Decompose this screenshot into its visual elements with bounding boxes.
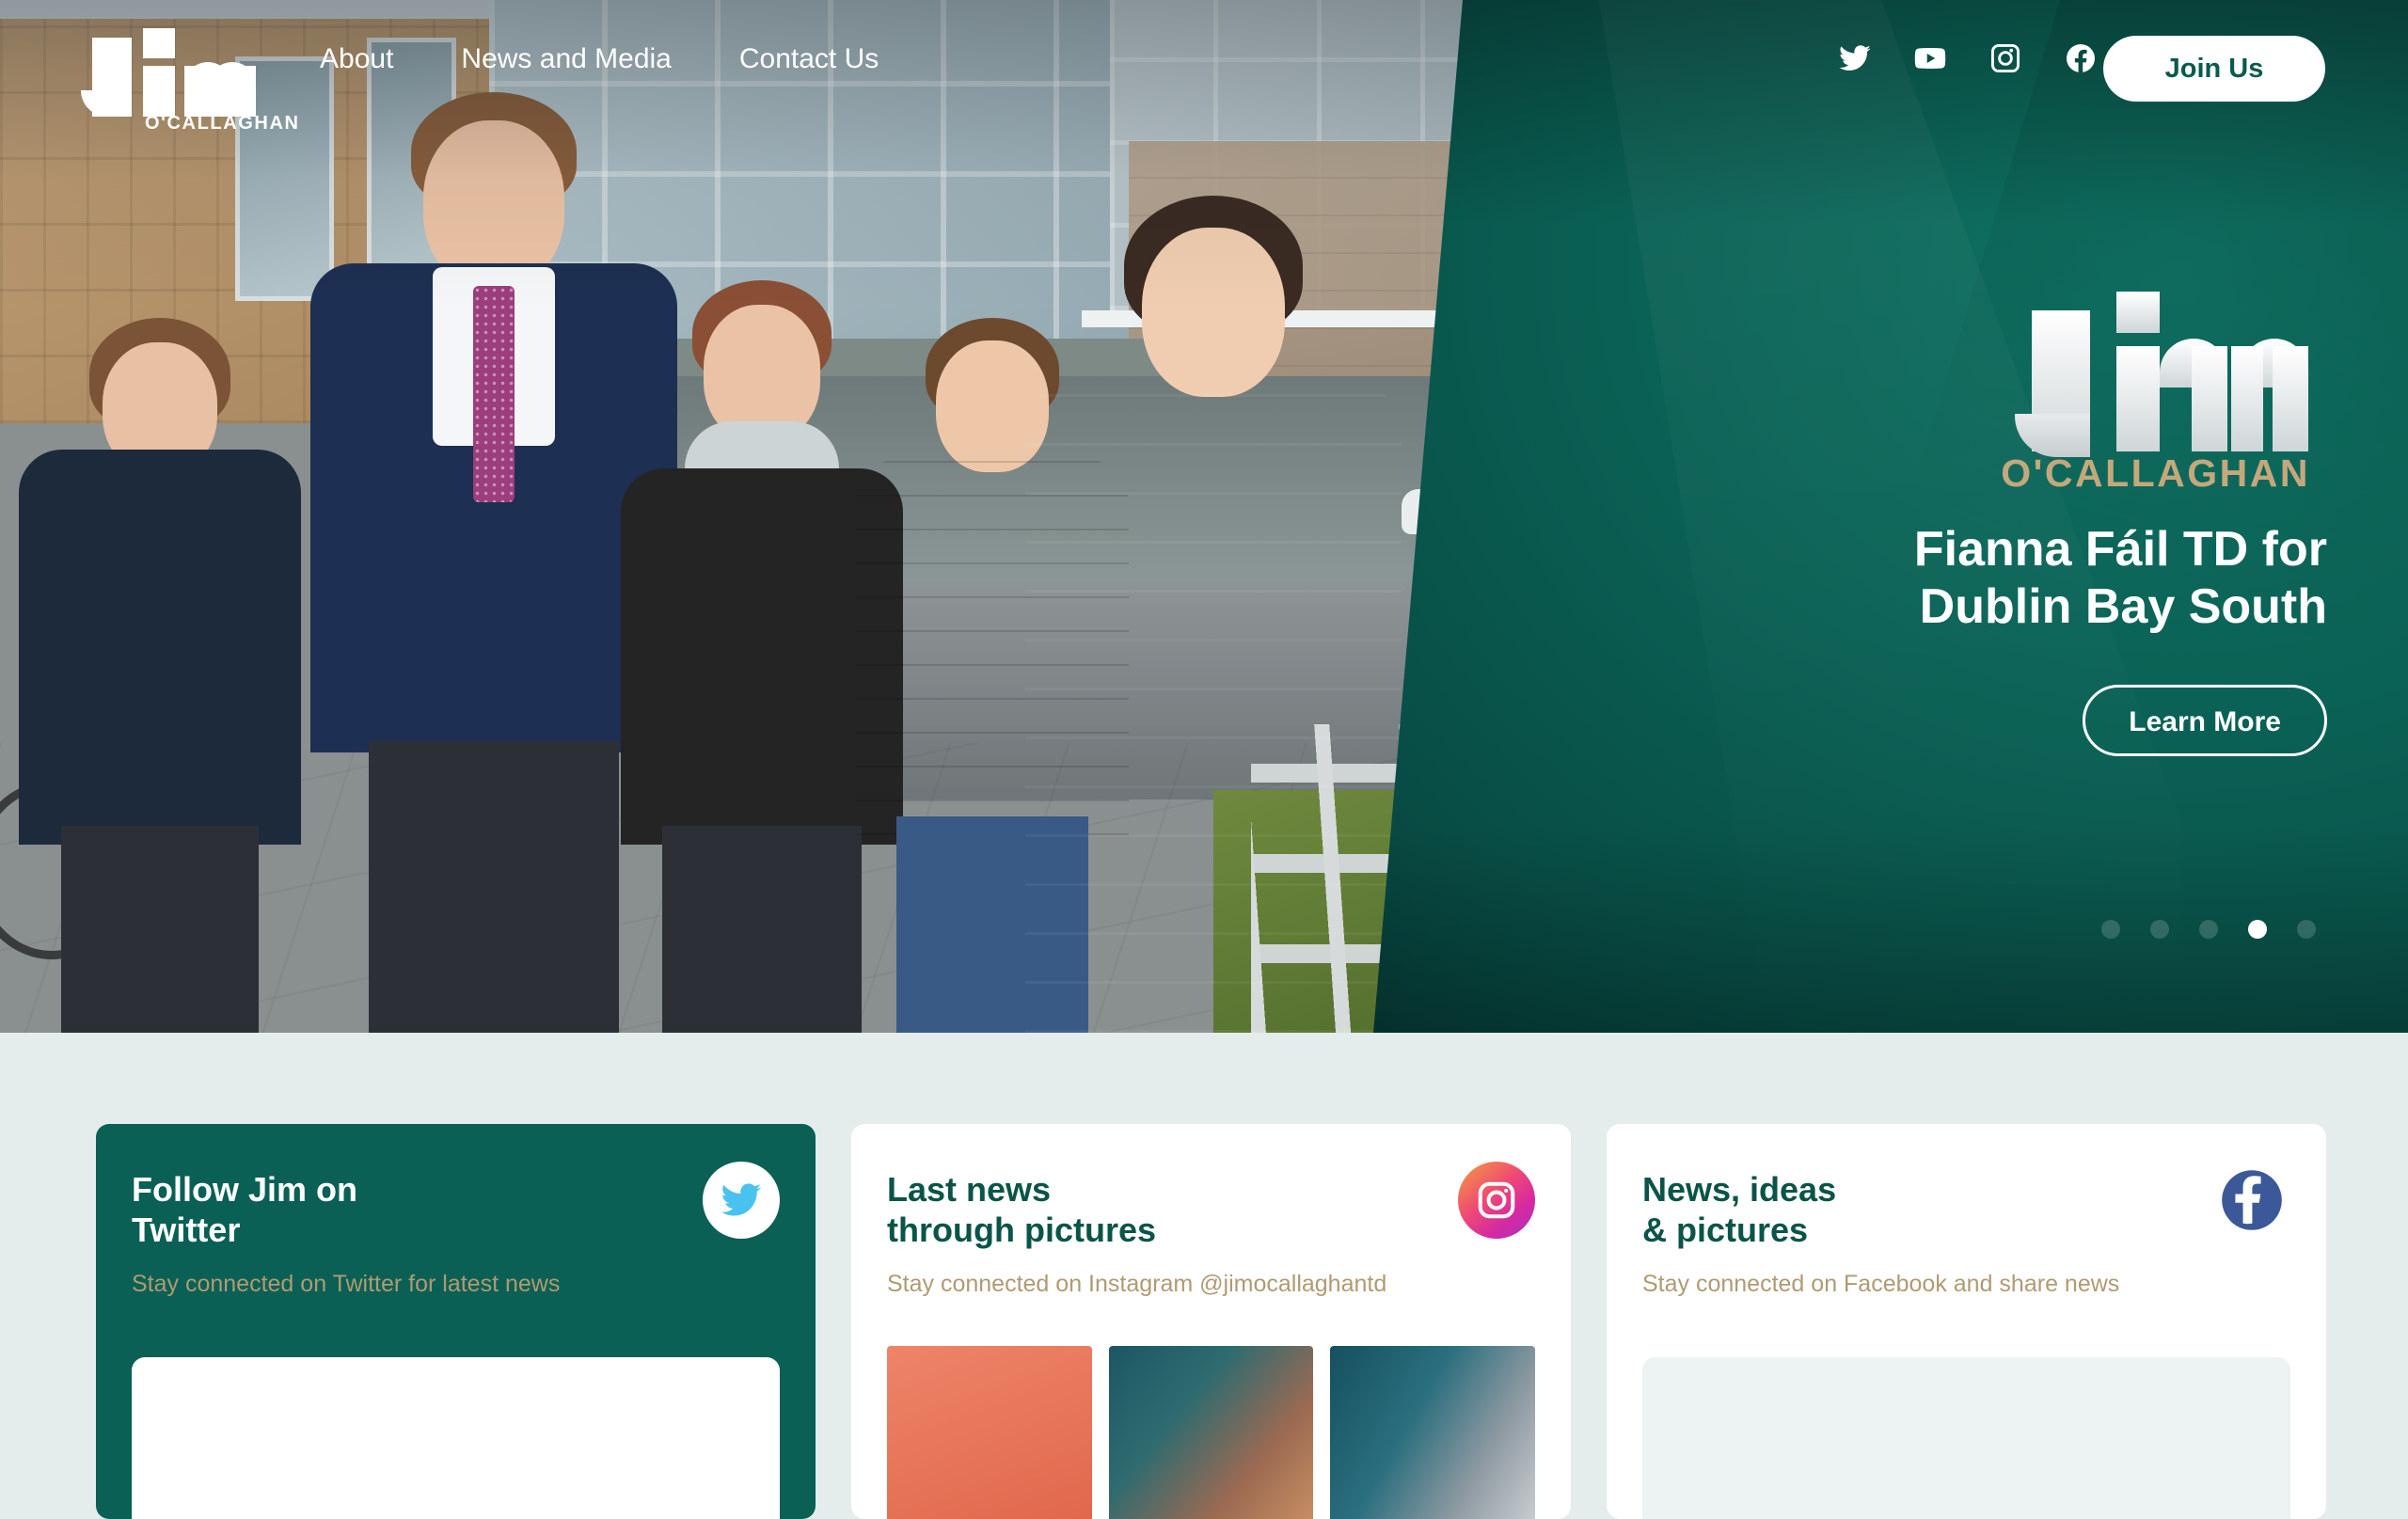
youtube-icon[interactable] xyxy=(1913,41,1947,75)
card-twitter[interactable]: Follow Jim on Twitter Stay connected on … xyxy=(96,1124,816,1519)
photo-pavement xyxy=(0,743,1543,1033)
instagram-icon[interactable] xyxy=(1988,41,2022,75)
card-twitter-head: Follow Jim on Twitter Stay connected on … xyxy=(132,1169,665,1298)
instagram-thumbnail[interactable] xyxy=(1330,1346,1536,1519)
card-facebook-title: News, ideas & pictures xyxy=(1642,1170,1837,1250)
nav-item-contact-us[interactable]: Contact Us xyxy=(739,43,879,75)
card-facebook-head: News, ideas & pictures Stay connected on… xyxy=(1642,1169,2176,1298)
carousel-dot-4[interactable] xyxy=(2248,920,2267,939)
hero-content: O'CALLAGHAN Fianna Fáil TD for Dublin Ba… xyxy=(1481,273,2327,756)
twitter-feed-panel[interactable] xyxy=(132,1357,780,1519)
carousel-dot-1[interactable] xyxy=(2101,920,2120,939)
logo-letter-m-leg xyxy=(2273,346,2308,451)
card-facebook-subtitle: Stay connected on Facebook and share new… xyxy=(1642,1271,2120,1298)
photo-awning xyxy=(499,339,1185,386)
carousel-dot-3[interactable] xyxy=(2199,920,2218,939)
facebook-icon[interactable] xyxy=(2064,41,2098,75)
hero-carousel-dots[interactable] xyxy=(2101,920,2316,939)
photo-person xyxy=(621,280,903,1033)
card-twitter-subtitle: Stay connected on Twitter for latest new… xyxy=(132,1271,561,1298)
carousel-dot-2[interactable] xyxy=(2150,920,2169,939)
instagram-thumbnail[interactable] xyxy=(1108,1346,1314,1519)
nav-item-about[interactable]: About xyxy=(320,43,393,75)
card-facebook[interactable]: News, ideas & pictures Stay connected on… xyxy=(1607,1124,2326,1519)
logo-letter-m-leg xyxy=(231,66,256,117)
logo-letter-i-stem xyxy=(2116,346,2160,451)
facebook-icon[interactable] xyxy=(2213,1162,2290,1239)
join-us-button[interactable]: Join Us xyxy=(2103,36,2325,102)
card-twitter-title: Follow Jim on Twitter xyxy=(132,1170,357,1250)
logo-letter-m-leg xyxy=(2231,346,2263,451)
card-instagram[interactable]: Last news through pictures Stay connecte… xyxy=(851,1124,1571,1519)
card-instagram-title: Last news through pictures xyxy=(887,1170,1156,1250)
hero-photograph xyxy=(0,0,1543,1033)
instagram-thumbnail-grid xyxy=(887,1346,1536,1519)
site-logo[interactable]: O'CALLAGHAN xyxy=(81,17,298,134)
logo-letter-m-leg xyxy=(209,66,231,117)
nav-item-news-and-media[interactable]: News and Media xyxy=(461,43,671,75)
photo-person-jim xyxy=(310,92,677,1033)
logo-letter-i-dot xyxy=(143,28,175,58)
instagram-thumbnail[interactable] xyxy=(887,1346,1092,1519)
photo-bicycle xyxy=(0,781,132,959)
logo-letter-i-stem xyxy=(143,66,175,117)
card-instagram-subtitle: Stay connected on Instagram @jimocallagh… xyxy=(887,1271,1387,1298)
photo-person xyxy=(1025,196,1402,1033)
photo-person xyxy=(19,318,301,1033)
photo-person xyxy=(856,318,1129,1033)
hero-section: O'CALLAGHAN Fianna Fáil TD for Dublin Ba… xyxy=(0,0,2408,1033)
learn-more-button[interactable]: Learn More xyxy=(2083,684,2327,756)
social-cards-row: Follow Jim on Twitter Stay connected on … xyxy=(96,1124,2327,1519)
facebook-feed-panel[interactable] xyxy=(1642,1357,2290,1519)
main-menu: About News and Media Contact Us xyxy=(320,43,879,75)
site-logo-surname: O'CALLAGHAN xyxy=(145,113,300,134)
card-instagram-head: Last news through pictures Stay connecte… xyxy=(887,1169,1420,1298)
hero-tagline: Fianna Fáil TD for Dublin Bay South xyxy=(1913,522,2327,634)
logo-letter-j-hook xyxy=(81,90,132,117)
social-links xyxy=(1838,41,2098,75)
top-navigation-bar: O'CALLAGHAN About News and Media Contact… xyxy=(0,0,2408,150)
logo-letter-i-dot xyxy=(2116,292,2160,333)
hero-logo: O'CALLAGHAN xyxy=(1481,273,2327,495)
twitter-icon[interactable] xyxy=(1838,41,1872,75)
instagram-icon[interactable] xyxy=(1458,1162,1535,1239)
logo-letter-m-leg xyxy=(2192,346,2227,451)
hero-logo-surname: O'CALLAGHAN xyxy=(2001,451,2310,495)
logo-letter-m-leg xyxy=(184,66,209,117)
twitter-icon[interactable] xyxy=(703,1162,780,1239)
social-cards-section: Follow Jim on Twitter Stay connected on … xyxy=(0,1033,2408,1519)
carousel-dot-5[interactable] xyxy=(2297,920,2316,939)
